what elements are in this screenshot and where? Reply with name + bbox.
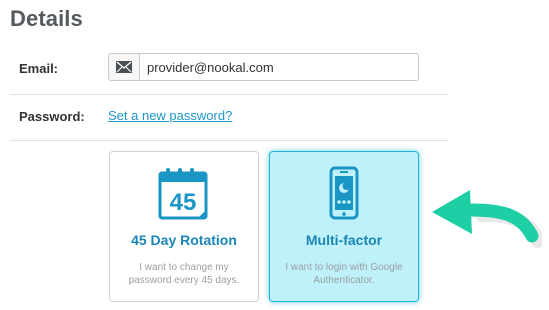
option-title: Multi-factor xyxy=(305,232,383,248)
envelope-icon xyxy=(109,54,140,80)
option-description: I want to login with Google Authenticato… xyxy=(285,262,403,286)
calendar-icon: 45 xyxy=(110,166,258,222)
row-divider xyxy=(10,140,448,141)
email-field xyxy=(108,53,419,81)
arrow-pointer-icon xyxy=(428,188,545,250)
email-input[interactable] xyxy=(140,54,418,80)
phone-icon xyxy=(270,166,418,222)
option-card-multi-factor[interactable]: Multi-factor I want to login with Google… xyxy=(269,151,419,302)
option-card-45-day-rotation[interactable]: 45 45 Day Rotation I want to change my p… xyxy=(109,151,259,302)
calendar-number: 45 xyxy=(170,189,197,216)
page-title: Details xyxy=(10,6,83,31)
set-new-password-link[interactable]: Set a new password? xyxy=(108,108,232,123)
email-label: Email: xyxy=(19,61,59,76)
details-panel: Details Email: Password: Set a new passw… xyxy=(0,0,549,310)
password-label: Password: xyxy=(19,109,85,124)
option-title: 45 Day Rotation xyxy=(131,232,237,248)
option-description: I want to change my password every 45 da… xyxy=(128,262,240,286)
row-divider xyxy=(10,94,448,95)
